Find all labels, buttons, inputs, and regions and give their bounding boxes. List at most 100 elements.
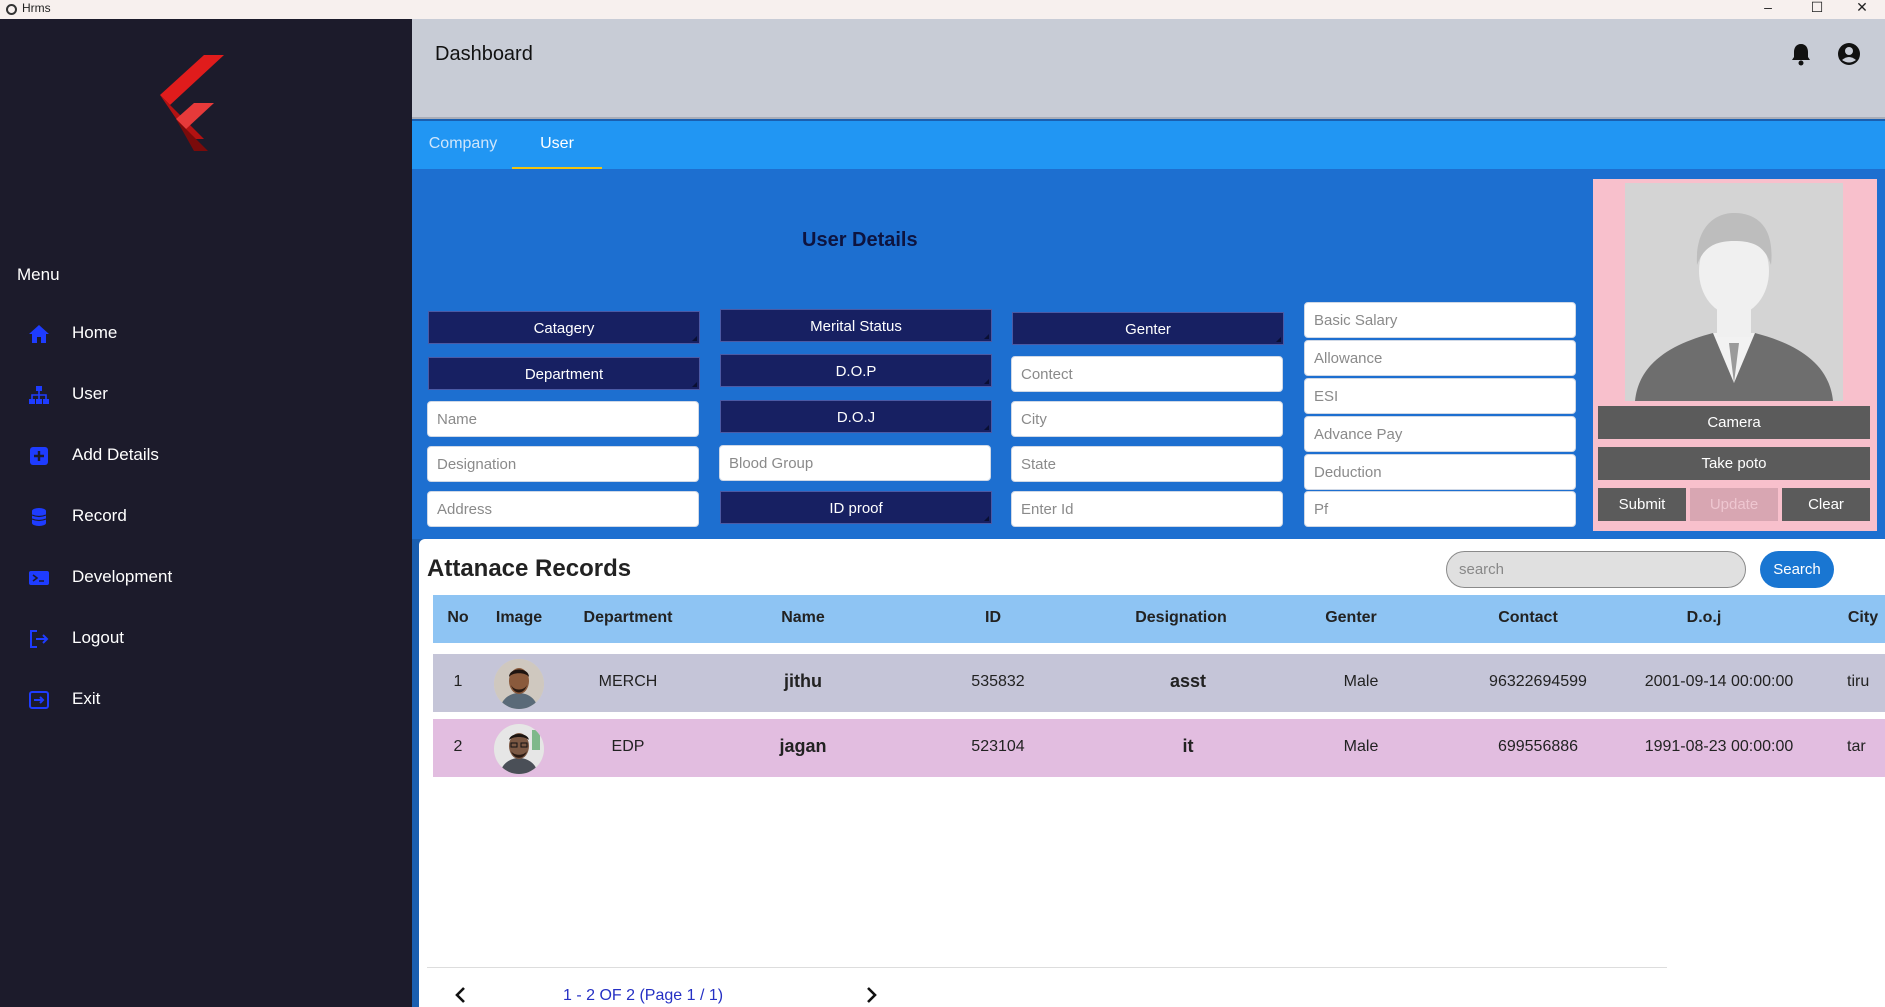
- logout-icon: [30, 630, 49, 648]
- pf-field[interactable]: [1304, 491, 1576, 527]
- state-field[interactable]: [1011, 446, 1283, 482]
- user-tree-icon: [29, 386, 49, 404]
- sidebar-item-user[interactable]: User: [0, 375, 412, 415]
- minimize-button[interactable]: –: [1746, 0, 1790, 19]
- sidebar-item-label: Home: [72, 323, 118, 342]
- bell-icon[interactable]: [1788, 41, 1814, 67]
- main-content: Dashboard Company User User Details Cata…: [412, 19, 1885, 1007]
- sidebar-item-development[interactable]: Development: [0, 558, 412, 598]
- doj-picker[interactable]: D.O.J: [720, 400, 992, 433]
- enter-id-field[interactable]: [1011, 491, 1283, 527]
- profile-placeholder-image: [1625, 183, 1843, 401]
- app-header: Dashboard: [412, 19, 1885, 119]
- record-icon: [31, 508, 47, 526]
- category-dropdown[interactable]: Catagery: [428, 311, 700, 344]
- contact-field[interactable]: [1011, 356, 1283, 392]
- employee-photo: [494, 724, 544, 774]
- esi-field[interactable]: [1304, 378, 1576, 414]
- sidebar-item-label: Record: [72, 506, 127, 525]
- search-button[interactable]: Search: [1760, 551, 1834, 588]
- add-details-icon: [30, 447, 48, 465]
- sidebar-item-label: Add Details: [72, 445, 159, 464]
- sidebar-item-exit[interactable]: Exit: [0, 680, 412, 720]
- tab-company[interactable]: Company: [424, 121, 502, 169]
- sidebar-item-add-details[interactable]: Add Details: [0, 436, 412, 476]
- column-header-gender: Genter: [1325, 609, 1377, 626]
- basic-salary-field[interactable]: [1304, 302, 1576, 338]
- photo-panel: Camera Take poto Submit Update Clear: [1593, 179, 1877, 531]
- column-header-image: Image: [495, 609, 543, 626]
- cell-city: tiru: [1847, 673, 1870, 690]
- column-header-id: ID: [985, 609, 1001, 626]
- menu-heading: Menu: [17, 265, 60, 284]
- page-title: Dashboard: [435, 43, 533, 65]
- form-title: User Details: [802, 229, 918, 251]
- cell-contact: 96322694599: [1489, 673, 1587, 690]
- cell-department: EDP: [611, 738, 645, 755]
- camera-button[interactable]: Camera: [1598, 406, 1870, 439]
- column-header-city: City: [1847, 609, 1879, 626]
- sidebar-item-label: Development: [72, 567, 173, 586]
- table-header: No Image Department Name ID Designation …: [433, 595, 1885, 643]
- submit-button[interactable]: Submit: [1598, 488, 1686, 521]
- table-row[interactable]: 1 MERCH jithu 535832 asst Male 963226945…: [433, 654, 1885, 712]
- cell-gender: Male: [1343, 673, 1379, 690]
- designation-field[interactable]: [427, 446, 699, 482]
- sidebar-item-label: Logout: [72, 628, 124, 647]
- chevron-left-icon[interactable]: [449, 983, 473, 1007]
- cell-city: tar: [1847, 738, 1866, 755]
- column-header-designation: Designation: [1135, 609, 1227, 626]
- sidebar-item-home[interactable]: Home: [0, 314, 412, 354]
- dop-picker[interactable]: D.O.P: [720, 354, 992, 387]
- cell-name: jithu: [784, 671, 822, 691]
- sidebar-item-record[interactable]: Record: [0, 497, 412, 537]
- update-button[interactable]: Update: [1690, 488, 1778, 521]
- table-row[interactable]: 2 EDP jagan 523104 it Male 699556886 199…: [433, 719, 1885, 777]
- advance-pay-field[interactable]: [1304, 416, 1576, 452]
- gender-dropdown[interactable]: Genter: [1012, 312, 1284, 345]
- address-field[interactable]: [427, 491, 699, 527]
- column-header-no: No: [447, 609, 469, 626]
- app-icon: [6, 4, 17, 15]
- attendance-records-panel: Attanace Records Search No Image Departm…: [419, 539, 1885, 1007]
- cell-gender: Male: [1343, 738, 1379, 755]
- maximize-button[interactable]: ☐: [1795, 0, 1839, 19]
- chevron-right-icon[interactable]: [859, 983, 883, 1007]
- department-dropdown[interactable]: Department: [428, 357, 700, 390]
- blood-group-field[interactable]: [719, 445, 991, 481]
- pagination-divider: [427, 967, 1667, 968]
- cell-no: 1: [453, 673, 463, 690]
- exit-icon: [29, 691, 49, 709]
- allowance-field[interactable]: [1304, 340, 1576, 376]
- deduction-field[interactable]: [1304, 454, 1576, 490]
- column-header-department: Department: [583, 609, 673, 626]
- development-icon: [29, 571, 49, 585]
- sidebar-item-label: Exit: [72, 689, 101, 708]
- column-header-name: Name: [781, 609, 825, 626]
- city-field[interactable]: [1011, 401, 1283, 437]
- records-title: Attanace Records: [427, 555, 632, 582]
- account-circle-icon[interactable]: [1836, 41, 1862, 67]
- pagination-status: 1 - 2 OF 2 (Page 1 / 1): [563, 987, 724, 1004]
- take-photo-button[interactable]: Take poto: [1598, 447, 1870, 480]
- cell-doj: 1991-08-23 00:00:00: [1644, 738, 1794, 755]
- employee-photo: [494, 659, 544, 709]
- column-header-doj: D.o.j: [1686, 609, 1722, 626]
- cell-designation: it: [1182, 736, 1194, 756]
- sidebar-item-logout[interactable]: Logout: [0, 619, 412, 659]
- name-field[interactable]: [427, 401, 699, 437]
- id-proof-dropdown[interactable]: ID proof: [720, 491, 992, 524]
- cell-id: 535832: [971, 673, 1025, 690]
- marital-status-dropdown[interactable]: Merital Status: [720, 309, 992, 342]
- column-header-contact: Contact: [1498, 609, 1558, 626]
- clear-button[interactable]: Clear: [1782, 488, 1870, 521]
- window-title: Hrms: [22, 1, 51, 15]
- tab-bar: Company User: [412, 121, 1885, 169]
- close-button[interactable]: ✕: [1840, 0, 1884, 19]
- search-input[interactable]: [1446, 551, 1746, 588]
- flutter-logo: [160, 55, 224, 151]
- cell-designation: asst: [1169, 671, 1207, 691]
- sidebar-item-label: User: [72, 384, 108, 403]
- window-titlebar: Hrms – ☐ ✕: [0, 0, 1885, 19]
- tab-user[interactable]: User: [512, 121, 602, 169]
